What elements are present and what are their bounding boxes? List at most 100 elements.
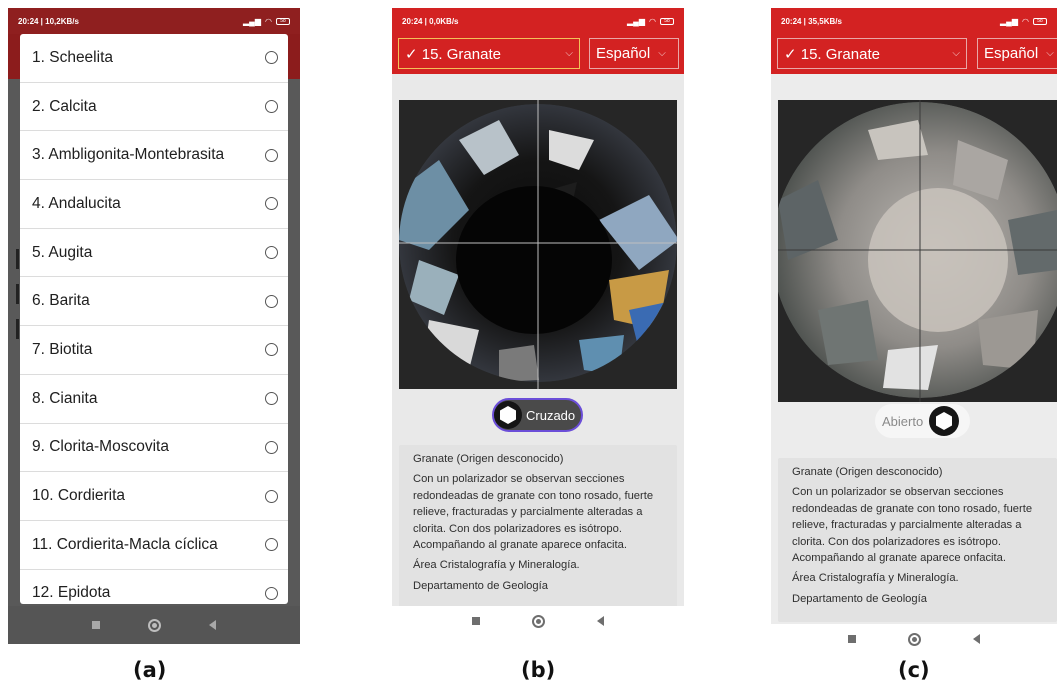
description-area: Área Cristalografía y Mineralogía. [413,559,580,572]
radio-unchecked-icon[interactable] [265,440,278,454]
status-bar: 20:24 | 0,0KB/s ▂▄▆ ◠ 58 [392,8,684,34]
phone-screen-c: 20:24 | 35,5KB/s ▂▄▆ ◠ 58 ✓ 15. Granate … [771,8,1057,654]
option-label: 10. Cordierita [32,487,126,505]
phone-screen-a: 20:24 | 10,2KB/s ▂▄▆ ◠ 58 1. Scheelita 2… [8,8,300,644]
chevron-down-icon: ⌵ [952,48,960,59]
picker-option[interactable]: 12. Epidota [20,570,288,604]
polarizer-toggle[interactable]: Cruzado [492,398,583,432]
radio-unchecked-icon[interactable] [265,489,278,503]
picker-option[interactable]: 7. Biotita [20,326,288,375]
option-label: 6. Barita [32,292,90,310]
signal-icon: ▂▄▆ [243,16,262,26]
radio-unchecked-icon[interactable] [265,246,278,260]
background-fragment [16,319,19,339]
signal-icon: ▂▄▆ [627,16,646,26]
picker-option[interactable]: 3. Ambligonita-Montebrasita [20,131,288,181]
polarizer-toggle[interactable]: Abierto [875,404,970,438]
language-dropdown[interactable]: Español ⌵ [977,38,1057,69]
caption-c: (c) [898,658,930,682]
mineral-dropdown-value: ✓ 15. Granate [405,45,501,63]
option-label: 12. Epidota [32,584,111,602]
picker-option[interactable]: 6. Barita [20,277,288,327]
picker-option[interactable]: 10. Cordierita [20,472,288,521]
radio-unchecked-icon[interactable] [265,148,278,162]
home-icon[interactable] [532,614,545,628]
description-body: Con un polarizador se observan secciones… [792,486,1033,565]
option-label: 11. Cordierita-Macla cíclica [32,535,218,553]
home-icon[interactable] [148,618,161,632]
picker-option[interactable]: 8. Cianita [20,375,288,424]
hexagon-icon [500,406,516,424]
radio-unchecked-icon[interactable] [265,100,278,114]
picker-option[interactable]: 4. Andalucita [20,180,288,229]
polarizer-toggle-label: Cruzado [526,407,576,423]
chevron-down-icon: ⌵ [658,48,666,59]
language-dropdown-value: Español [596,45,651,62]
option-label: 4. Andalucita [32,194,121,212]
mineral-description: Granate (Origen desconocido) Con un pola… [778,458,1057,622]
option-label: 2. Calcita [32,97,97,115]
language-dropdown-value: Español [984,45,1039,62]
chevron-down-icon: ⌵ [565,48,573,59]
radio-unchecked-icon[interactable] [265,294,278,308]
description-department: Departamento de Geología [792,592,927,605]
hexagon-icon [936,412,953,430]
radio-unchecked-icon[interactable] [265,51,278,65]
recents-icon[interactable] [92,621,100,629]
background-fragment [16,249,19,269]
picker-option[interactable]: 1. Scheelita [20,34,288,83]
system-nav-bar [392,606,684,636]
picker-option[interactable]: 9. Clorita-Moscovita [20,424,288,473]
language-dropdown[interactable]: Español ⌵ [589,38,679,69]
mineral-dropdown[interactable]: ✓ 15. Granate ⌵ [398,38,580,69]
app-header: 20:24 | 35,5KB/s ▂▄▆ ◠ 58 ✓ 15. Granate … [771,8,1057,74]
radio-unchecked-icon[interactable] [265,343,278,357]
phone-screen-b: 20:24 | 0,0KB/s ▂▄▆ ◠ 58 ✓ 15. Granate ⌵… [392,8,684,636]
system-nav-bar [8,606,300,644]
description-title: Granate (Origen desconocido) [792,466,943,478]
description-area: Área Cristalografía y Mineralogía. [792,572,959,585]
option-label: 3. Ambligonita-Montebrasita [32,146,225,164]
polarizer-toggle-label: Abierto [882,413,924,429]
polarizer-knob [929,406,960,436]
battery-icon: 58 [276,17,290,25]
microscope-image-plane-polars [778,100,1057,402]
mineral-dropdown-value: ✓ 15. Granate [784,45,880,63]
microscope-image-crossed-polars [399,100,677,389]
radio-unchecked-icon[interactable] [265,586,278,600]
status-time-speed: 20:24 | 35,5KB/s [781,16,842,26]
battery-icon: 58 [660,17,674,25]
recents-icon[interactable] [472,617,480,625]
system-nav-bar [771,624,1057,654]
caption-b: (b) [521,658,556,682]
radio-unchecked-icon[interactable] [265,538,278,552]
radio-unchecked-icon[interactable] [265,197,278,211]
recents-icon[interactable] [848,635,856,643]
back-icon[interactable] [597,616,604,626]
picker-option[interactable]: 11. Cordierita-Macla cíclica [20,521,288,570]
description-title: Granate (Origen desconocido) [413,453,564,465]
picker-option[interactable]: 2. Calcita [20,83,288,132]
wifi-icon: ◠ [649,16,656,26]
app-header: 20:24 | 0,0KB/s ▂▄▆ ◠ 58 ✓ 15. Granate ⌵… [392,8,684,74]
status-time-speed: 20:24 | 0,0KB/s [402,16,459,26]
description-department: Departamento de Geología [413,579,548,592]
polarizer-knob [494,401,522,429]
background-fragment [16,284,19,304]
home-icon[interactable] [908,632,921,646]
back-icon[interactable] [973,634,980,644]
mineral-dropdown[interactable]: ✓ 15. Granate ⌵ [777,38,967,69]
signal-icon: ▂▄▆ [1000,16,1019,26]
battery-icon: 58 [1033,17,1047,25]
option-label: 5. Augita [32,243,93,261]
caption-a: (a) [133,658,167,682]
wifi-icon: ◠ [1022,16,1029,26]
description-body: Con un polarizador se observan secciones… [413,473,654,552]
option-label: 8. Cianita [32,389,98,407]
option-label: 9. Clorita-Moscovita [32,438,169,456]
picker-option[interactable]: 5. Augita [20,229,288,278]
radio-unchecked-icon[interactable] [265,392,278,406]
back-icon[interactable] [209,620,216,630]
status-time-speed: 20:24 | 10,2KB/s [18,16,79,26]
option-label: 7. Biotita [32,340,93,358]
